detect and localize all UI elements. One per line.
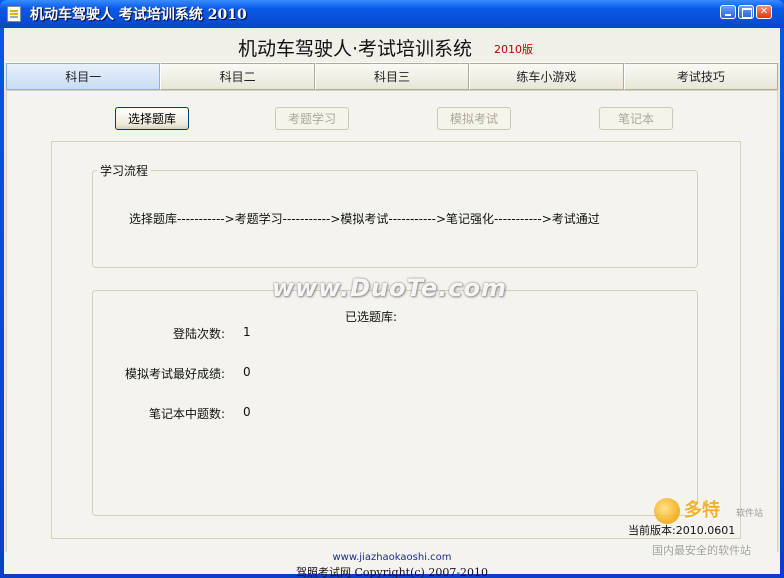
study-process-group: 学习流程 选择题库----------->考题学习----------->模拟考… [92, 162, 698, 268]
duote-logo: 多特 软件站 国内最安全的软件站 [652, 496, 780, 557]
duote-watermark: www.DuoTe.com [272, 274, 507, 302]
window-title: 机动车驾驶人 考试培训系统 2010 [30, 7, 247, 23]
study-process-legend: 学习流程 [97, 162, 152, 179]
footer-copyright: 驾照考试网 Copyright(c) 2007-2010 [295, 566, 489, 578]
subject-tabs: 科目一 科目二 科目三 练车小游戏 考试技巧 [6, 62, 779, 90]
selected-bank-label: 已选题库: [345, 310, 398, 324]
close-button[interactable]: ✕ [756, 5, 772, 19]
login-count-value: 1 [243, 325, 251, 339]
app-header: 机动车驾驶人·考试培训系统 2010版 [4, 28, 780, 62]
select-bank-button[interactable]: 选择题库 [115, 107, 189, 130]
minimize-button[interactable] [720, 5, 736, 19]
app-document-icon [7, 6, 21, 22]
notebook-button[interactable]: 笔记本 [599, 107, 673, 130]
login-count-label: 登陆次数: [172, 327, 225, 341]
mock-exam-button[interactable]: 模拟考试 [437, 107, 511, 130]
study-process-flow: 选择题库----------->考题学习----------->模拟考试----… [129, 212, 600, 226]
title-bar[interactable]: 机动车驾驶人 考试培训系统 2010 ✕ [0, 0, 784, 28]
app-version: 2010版 [494, 43, 533, 56]
notebook-count-value: 0 [243, 405, 251, 419]
app-window: 机动车驾驶人 考试培训系统 2010 ✕ 机动车驾驶人·考试培训系统 2010版… [0, 0, 784, 578]
duote-logo-main: 多特 [684, 500, 720, 521]
duote-logo-sub: 软件站 [736, 509, 764, 519]
tab-practice-game[interactable]: 练车小游戏 [469, 63, 624, 90]
best-score-value: 0 [243, 365, 251, 379]
tab-subject-three[interactable]: 科目三 [314, 63, 470, 90]
duote-logo-slogan: 国内最安全的软件站 [652, 544, 751, 557]
tab-exam-tips[interactable]: 考试技巧 [623, 63, 779, 90]
app-title: 机动车驾驶人·考试培训系统 [238, 38, 473, 60]
notebook-count-label: 笔记本中题数: [148, 407, 225, 421]
tab-subject-one[interactable]: 科目一 [6, 63, 161, 90]
content-area: 学习流程 选择题库----------->考题学习----------->模拟考… [51, 141, 741, 539]
duote-logo-icon [654, 498, 680, 524]
maximize-button[interactable] [738, 5, 754, 19]
study-button[interactable]: 考题学习 [275, 107, 349, 130]
tab-subject-two[interactable]: 科目二 [160, 63, 315, 90]
stats-group: 已选题库: 登陆次数: 1 模拟考试最好成绩: 0 笔记本中题数: 0 [92, 290, 698, 516]
best-score-label: 模拟考试最好成绩: [124, 367, 225, 381]
